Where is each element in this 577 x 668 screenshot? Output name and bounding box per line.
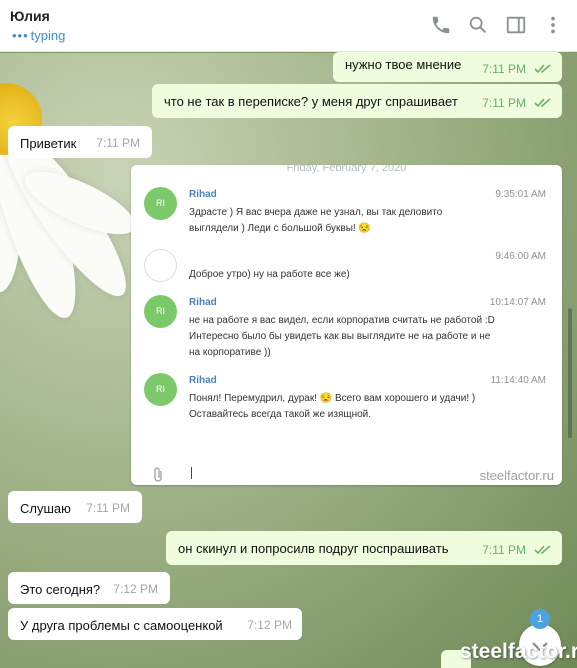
message-time: 7:11 PM	[86, 501, 130, 515]
screenshot-watermark: steelfactor.ru	[479, 468, 554, 483]
message-time: 7:11 PM	[96, 136, 140, 150]
row-text: Здрасте ) Я вас вчера даже не узнал, вы …	[189, 207, 443, 234]
more-icon[interactable]	[542, 14, 564, 36]
message-text: нужно твое мнение	[345, 57, 462, 72]
message-time: 7:11 PM	[482, 96, 526, 110]
avatar: RI	[144, 373, 177, 406]
message-time: 7:11 PM	[482, 543, 526, 557]
message-bubble[interactable]: нужно твое мнение 7:11 PM	[333, 52, 562, 82]
phone-icon[interactable]	[430, 14, 452, 36]
row-time: 9:35:01 AM	[495, 189, 546, 200]
search-icon[interactable]	[467, 14, 489, 36]
double-check-icon	[534, 98, 551, 108]
image-message[interactable]: Friday, February 7, 2020 RI Rihad 9:35:0…	[131, 165, 562, 485]
message-bubble[interactable]: Это сегодня? 7:12 PM	[8, 572, 170, 604]
row-text: не на работе я вас видел, если корпорати…	[189, 315, 495, 358]
sender-name: Rihad	[189, 189, 217, 200]
avatar: RI	[144, 295, 177, 328]
chat-header: Юлия ••• typing	[0, 0, 577, 52]
double-check-icon	[534, 64, 551, 74]
unread-badge: 1	[530, 609, 550, 629]
message-time: 7:11 PM	[482, 62, 526, 76]
message-time: 7:12 PM	[247, 618, 292, 632]
message-bubble[interactable]: Слушаю 7:11 PM	[8, 491, 142, 523]
row-text: Понял! Перемудрил, дурак! 😒 Всего вам хо…	[189, 393, 476, 420]
avatar	[144, 249, 177, 282]
double-check-icon	[534, 545, 551, 555]
attach-icon	[154, 467, 162, 482]
typing-status: ••• typing	[12, 28, 66, 43]
contact-name[interactable]: Юлия	[10, 8, 50, 24]
sender-name: Rihad	[189, 375, 217, 386]
message-bubble[interactable]: Приветик 7:11 PM	[8, 126, 152, 158]
message-text: он скинул и попросилв подруг поспрашиват…	[178, 541, 449, 556]
row-time: 9:46:00 AM	[495, 251, 546, 262]
message-text: Приветик	[20, 136, 77, 151]
message-bubble[interactable]: он скинул и попросилв подруг поспрашиват…	[166, 531, 562, 565]
message-bubble[interactable]: что не так в переписке? у меня друг спра…	[152, 84, 562, 118]
message-text: Слушаю	[20, 501, 71, 516]
message-text: У друга проблемы с самооценкой	[20, 618, 223, 633]
row-time: 11:14:40 AM	[490, 375, 546, 386]
sidebar-icon[interactable]	[505, 14, 527, 36]
message-bubble[interactable]: У друга проблемы с самооценкой 7:12 PM	[8, 608, 302, 640]
scrollbar[interactable]	[568, 308, 572, 438]
message-text: Это сегодня?	[20, 582, 101, 597]
screenshot-date: Friday, February 7, 2020	[286, 165, 407, 174]
row-time: 10:14:07 AM	[489, 297, 546, 308]
message-text: что не так в переписке? у меня друг спра…	[164, 94, 458, 109]
avatar: RI	[144, 187, 177, 220]
sender-name: Rihad	[189, 297, 217, 308]
watermark: steelfactor.ru	[460, 640, 577, 663]
message-time: 7:12 PM	[113, 582, 158, 596]
text-cursor	[191, 467, 192, 479]
row-text: Доброе утро) ну на работе все же)	[189, 269, 350, 280]
